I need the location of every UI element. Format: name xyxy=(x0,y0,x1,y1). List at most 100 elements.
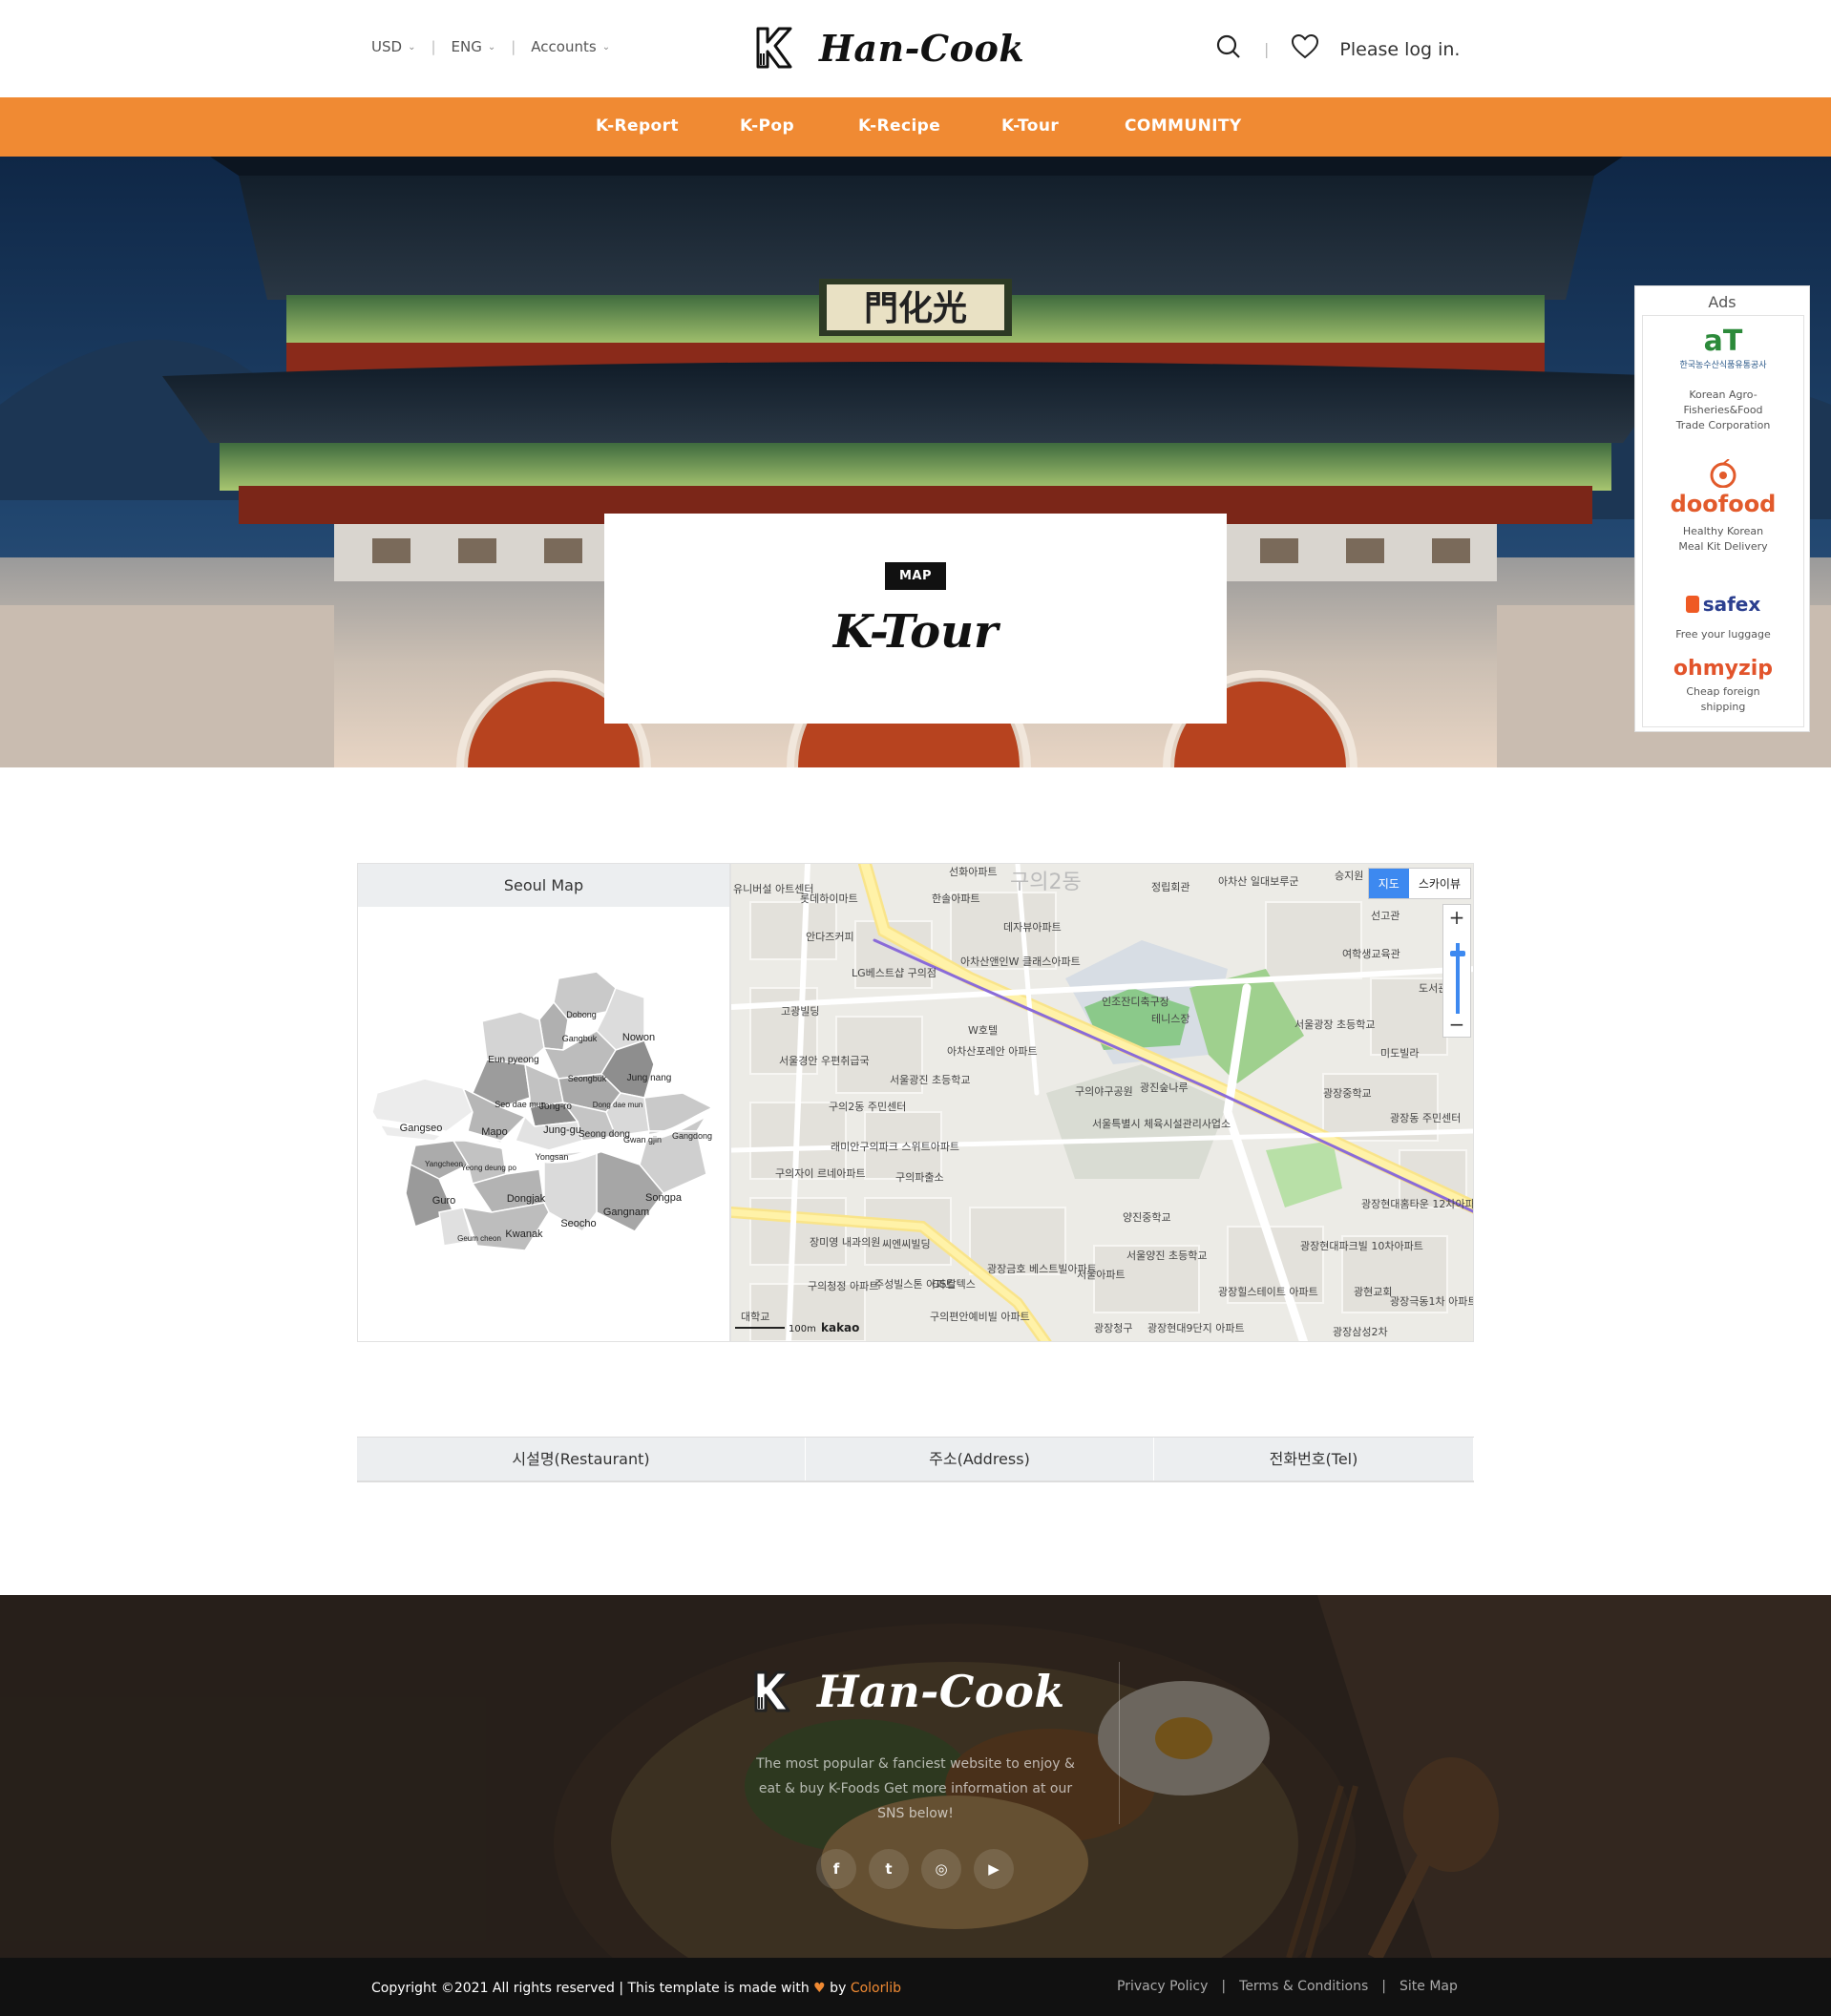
doofood-bowl-icon xyxy=(1710,458,1736,489)
street-map-tiles[interactable]: 선화아파트 구의2동 정립회관 아차산 일대보루군 승지원 유니버설 아트센터 … xyxy=(731,864,1474,1342)
map-label: 광장동 주민센터 xyxy=(1390,1112,1461,1124)
site-logo[interactable]: Han-Cook xyxy=(752,25,1024,71)
map-label: 안다즈커피 xyxy=(806,931,854,943)
map-label: 광장중학교 xyxy=(1323,1087,1372,1100)
facebook-icon[interactable]: f xyxy=(816,1849,856,1889)
zoom-out-button[interactable]: − xyxy=(1443,1012,1470,1037)
seoul-district-map[interactable]: Dobong Gangbuk Nowon Eun pyeong Seongbuk… xyxy=(358,907,729,1341)
language-select[interactable]: ENG ⌄ xyxy=(452,38,496,55)
divider: | xyxy=(511,38,516,55)
map-type-roadmap-button[interactable]: 지도 xyxy=(1368,869,1409,898)
map-label: 선고관 xyxy=(1371,910,1400,922)
map-label: 고광빌딩 xyxy=(781,1005,819,1018)
youtube-icon[interactable]: ▶ xyxy=(974,1849,1014,1889)
district-label: Guro xyxy=(432,1195,455,1207)
colorlib-link[interactable]: Colorlib xyxy=(851,1981,901,1996)
heart-icon: ♥ xyxy=(813,1981,826,1996)
footer-links: Privacy Policy | Terms & Conditions | Si… xyxy=(1117,1979,1458,1994)
map-label: 정립회관 xyxy=(1151,881,1189,893)
map-label: 서울경안 우편취급국 xyxy=(779,1055,870,1067)
district-label: Gwan gjin xyxy=(623,1135,662,1144)
district-label: Dong dae mun xyxy=(593,1101,642,1109)
map-label: 구의2동 주민센터 xyxy=(829,1101,906,1113)
ad-safex[interactable]: safex Free your luggage xyxy=(1643,593,1803,642)
ad-desc: shipping xyxy=(1700,701,1746,713)
district-label: Geum cheon xyxy=(457,1234,501,1243)
divider: | xyxy=(1264,40,1270,58)
map-label: 승지원 xyxy=(1335,870,1363,882)
map-label: 아차산앤인W 클래스아파트 xyxy=(960,956,1081,968)
at-logo: aT xyxy=(1703,325,1743,358)
hero-banner: 門化光 MAP K-Tour xyxy=(0,157,1831,767)
district-label: Gangbuk xyxy=(562,1034,598,1043)
heart-icon xyxy=(1292,33,1319,59)
district-label: Eun pyeong xyxy=(488,1055,538,1065)
map-label: 양진중학교 xyxy=(1123,1211,1171,1224)
safex-logo: safex xyxy=(1702,593,1761,616)
zoom-in-button[interactable]: + xyxy=(1443,905,1470,930)
ad-desc: Free your luggage xyxy=(1675,628,1771,640)
district-label: Seong dong xyxy=(579,1129,630,1140)
map-label: 구의편안예비빌 아파트 xyxy=(930,1311,1030,1323)
map-label: 서울양진 초등학교 xyxy=(1126,1250,1207,1262)
ads-list: aT 한국농수산식품유통공사 Korean Agro- Fisheries&Fo… xyxy=(1642,315,1804,727)
ad-desc: Meal Kit Delivery xyxy=(1678,540,1768,553)
nav-item-k-pop[interactable]: K-Pop xyxy=(740,116,794,136)
main-nav: K-Report K-Pop K-Recipe K-Tour COMMUNITY xyxy=(0,97,1831,157)
instagram-icon[interactable]: ◎ xyxy=(921,1849,961,1889)
zoom-slider-handle[interactable] xyxy=(1450,951,1465,956)
site-map-link[interactable]: Site Map xyxy=(1400,1979,1458,1994)
map-type-skyview-button[interactable]: 스카이뷰 xyxy=(1409,869,1470,898)
wishlist-button[interactable] xyxy=(1292,33,1319,64)
nav-item-community[interactable]: COMMUNITY xyxy=(1125,116,1242,136)
ad-at[interactable]: aT 한국농수산식품유통공사 Korean Agro- Fisheries&Fo… xyxy=(1643,327,1803,433)
district-label: Yangcheon xyxy=(425,1160,463,1168)
chevron-down-icon: ⌄ xyxy=(601,41,611,52)
login-link[interactable]: Please log in. xyxy=(1339,39,1460,60)
accounts-menu[interactable]: Accounts ⌄ xyxy=(531,38,610,55)
language-label: ENG xyxy=(451,38,482,55)
map-label: 대학교 xyxy=(741,1311,769,1323)
ad-doofood[interactable]: doofood Healthy Korean Meal Kit Delivery xyxy=(1643,458,1803,555)
district-label: Nowon xyxy=(622,1032,655,1043)
k-logo-icon xyxy=(756,27,792,69)
chevron-down-icon: ⌄ xyxy=(408,41,416,52)
page-title: K-Tour xyxy=(832,605,999,659)
seoul-map-panel: Seoul Map Dobong Gangbuk Nowon Eun pyeon… xyxy=(357,863,730,1342)
copyright-by: by xyxy=(825,1981,851,1996)
category-badge: MAP xyxy=(885,562,946,590)
map-label: 테니스장 xyxy=(1151,1013,1189,1025)
ad-ohmyzip[interactable]: ohmyzip Cheap foreign shipping xyxy=(1643,657,1803,715)
footer: Han-Cook The most popular & fanciest web… xyxy=(0,1595,1831,1958)
restaurant-table-header: 시설명(Restaurant) 주소(Address) 전화번호(Tel) xyxy=(357,1437,1474,1482)
map-label: 구의2동 xyxy=(1010,871,1082,894)
gate-sign-text: 門化光 xyxy=(864,288,967,328)
map-label: 데자뷰아파트 xyxy=(1003,921,1062,934)
nav-item-k-tour[interactable]: K-Tour xyxy=(1001,116,1059,136)
chevron-down-icon: ⌄ xyxy=(487,41,496,52)
nav-item-k-report[interactable]: K-Report xyxy=(596,116,679,136)
district-label: Gangnam xyxy=(603,1207,649,1218)
nav-item-k-recipe[interactable]: K-Recipe xyxy=(858,116,940,136)
copyright-text: Copyright ©2021 All rights reserved | Th… xyxy=(371,1981,814,1996)
map-label: 광장현대홈타운 12차아파트 xyxy=(1361,1197,1474,1210)
search-button[interactable] xyxy=(1216,34,1241,64)
footer-logo[interactable]: Han-Cook xyxy=(750,1666,1065,1717)
terms-link[interactable]: Terms & Conditions xyxy=(1239,1979,1368,1994)
map-label: GS칼텍스 xyxy=(932,1278,976,1291)
privacy-policy-link[interactable]: Privacy Policy xyxy=(1117,1979,1208,1994)
map-label: 서울특별시 체육시설관리사업소 xyxy=(1092,1118,1231,1130)
district-gwanak[interactable] xyxy=(461,1202,550,1251)
ad-desc: Cheap foreign xyxy=(1686,685,1760,698)
bottom-bar: Copyright ©2021 All rights reserved | Th… xyxy=(0,1958,1831,2016)
currency-select[interactable]: USD ⌄ xyxy=(371,38,415,55)
district-label: Seo dae mun xyxy=(495,1100,546,1109)
twitter-icon[interactable]: t xyxy=(869,1849,909,1889)
district-label: Dobong xyxy=(566,1010,597,1019)
map-label: 롯데하이마트 xyxy=(800,892,858,905)
kakao-map[interactable]: 선화아파트 구의2동 정립회관 아차산 일대보루군 승지원 유니버설 아트센터 … xyxy=(730,863,1474,1342)
district-label: Yongsan xyxy=(536,1152,569,1162)
district-label: Jung nang xyxy=(627,1073,672,1083)
district-label: Gangdong xyxy=(672,1131,712,1141)
map-label: 광장현대9단지 아파트 xyxy=(1147,1322,1245,1334)
